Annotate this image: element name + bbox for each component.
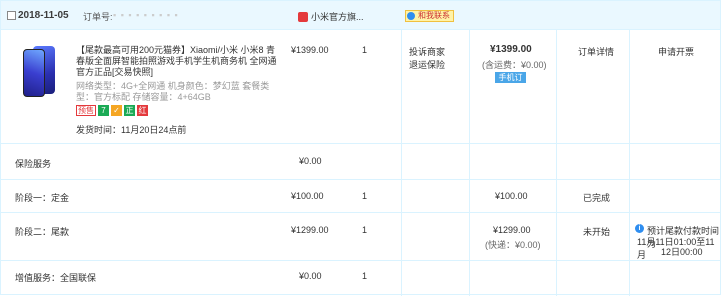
product-image[interactable] [23,46,63,98]
order-number-label: 订单号: [83,12,113,22]
contact-seller-button[interactable]: 和我联系 [405,10,454,22]
chat-icon [407,12,415,20]
phone-front-image [23,49,45,97]
row-divider [1,143,721,144]
stage1-price: ¥100.00 [291,191,324,201]
complaint-link[interactable]: 投诉商家 [409,45,445,58]
value-added-label: 增值服务：全国联保 [15,273,97,283]
stage1-status: 已完成 [583,193,611,203]
stage1-total: ¥100.00 [495,191,528,201]
stage2-price: ¥1299.00 [291,225,329,235]
info-icon: i [635,224,644,233]
order-details-link[interactable]: 订单详情 [578,45,614,58]
row-divider [1,260,721,261]
guarantee-icon[interactable]: ✓ [111,105,122,116]
col-divider [469,30,470,296]
shop-link[interactable]: 小米官方旗... [298,10,364,23]
insurance-label: 保险服务 [15,159,52,169]
stage2-label: 阶段二：尾款 [15,227,70,237]
order-number-masked: ▪ ▪ ▪ ▪ ▪ ▪ ▪ ▪ ▪ [113,10,179,20]
shipping-fee: (含运费：¥0.00) [482,60,547,70]
col-divider [556,30,557,296]
value-added-price: ¥0.00 [299,271,322,281]
return-insurance-link[interactable]: 退运保险 [409,58,445,71]
ship-time: 发货时间：11月20日24点前 [76,125,187,135]
col-divider [401,30,402,296]
stage1-label: 阶段一：定金 [15,193,70,203]
stage1-qty: 1 [362,191,368,201]
stage2-shipping: (快递：¥0.00) [485,240,541,250]
unit-price: ¥1399.00 [291,45,329,55]
stage2-qty: 1 [362,225,368,235]
product-attributes: 网络类型：4G+全网通 机身颜色：梦幻蓝 套餐类型：官方标配 存储容量：4+64… [76,81,270,102]
presale-tag[interactable]: 预售 [76,105,96,116]
insurance-price: ¥0.00 [299,156,322,166]
order-header: 2018-11-05 订单号: ▪ ▪ ▪ ▪ ▪ ▪ ▪ ▪ ▪ 小米官方旗.… [1,1,720,30]
order-select-checkbox[interactable] [7,11,16,20]
stage2-status: 未开始 [583,227,611,237]
stage2-total: ¥1299.00 [493,225,531,235]
value-added-qty: 1 [362,271,368,281]
invoice-icon[interactable]: 红 [137,105,148,116]
product-tags: 预售 7 ✓ 正红 [76,105,150,117]
row-divider [1,212,721,213]
seven-day-return-icon[interactable]: 7 [98,105,109,116]
genuine-icon[interactable]: 正 [124,105,135,116]
shop-icon [298,11,308,22]
order-date: 2018-11-05 [18,10,69,21]
shop-name: 小米官方旗... [311,12,364,22]
mobile-order-badge[interactable]: 手机订单 [495,72,526,93]
quantity: 1 [362,45,368,55]
order-total: ¥1399.00 [490,44,532,55]
col-divider [629,30,630,296]
stage2-note-line3: 12日00:00 [661,247,703,257]
product-title-link[interactable]: 【尾款最高可用200元猫券】Xiaomi/小米 小米8 青春版全面屏智能拍照游戏… [76,45,281,78]
row-divider [1,179,721,180]
order-card: 2018-11-05 订单号: ▪ ▪ ▪ ▪ ▪ ▪ ▪ ▪ ▪ 小米官方旗.… [0,0,721,296]
apply-invoice-link[interactable]: 申请开票 [658,45,694,58]
contact-label: 和我联系 [418,11,450,20]
